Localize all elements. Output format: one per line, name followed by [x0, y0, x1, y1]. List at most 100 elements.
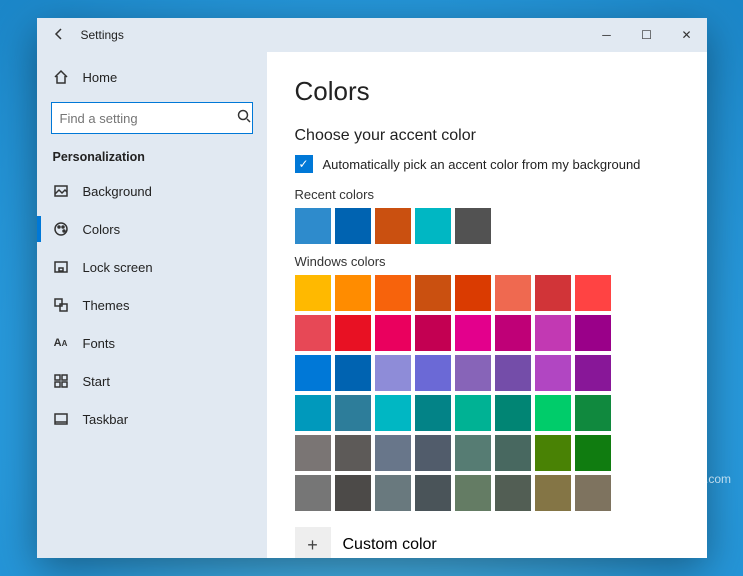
back-arrow-icon — [51, 26, 67, 42]
color-swatch[interactable] — [495, 475, 531, 511]
sidebar-item-label: Taskbar — [83, 412, 129, 427]
color-swatch[interactable] — [415, 435, 451, 471]
color-swatch[interactable] — [335, 275, 371, 311]
color-swatch[interactable] — [375, 435, 411, 471]
sidebar-item-themes[interactable]: Themes — [37, 286, 267, 324]
color-swatch[interactable] — [455, 208, 491, 244]
color-swatch[interactable] — [575, 435, 611, 471]
color-swatch[interactable] — [575, 475, 611, 511]
color-swatch[interactable] — [575, 275, 611, 311]
sidebar-item-lockscreen[interactable]: Lock screen — [37, 248, 267, 286]
content-pane: Colors Choose your accent color ✓ Automa… — [267, 52, 707, 558]
color-swatch[interactable] — [495, 275, 531, 311]
sidebar-section-title: Personalization — [37, 144, 267, 172]
close-button[interactable]: ✕ — [667, 18, 707, 52]
color-swatch[interactable] — [335, 435, 371, 471]
recent-colors-row — [295, 208, 679, 244]
titlebar: Settings ─ ☐ ✕ — [37, 18, 707, 52]
color-swatch[interactable] — [335, 208, 371, 244]
color-swatch[interactable] — [415, 355, 451, 391]
color-swatch[interactable] — [575, 355, 611, 391]
custom-color-row[interactable]: + Custom color — [295, 527, 679, 558]
sidebar: Home Personalization Background Colors L… — [37, 52, 267, 558]
color-swatch[interactable] — [295, 395, 331, 431]
windows-colors-label: Windows colors — [295, 254, 679, 269]
image-icon — [53, 183, 69, 199]
sidebar-item-background[interactable]: Background — [37, 172, 267, 210]
search-box[interactable] — [51, 102, 253, 134]
color-swatch[interactable] — [495, 395, 531, 431]
color-swatch[interactable] — [375, 208, 411, 244]
color-swatch[interactable] — [335, 355, 371, 391]
color-swatch[interactable] — [335, 475, 371, 511]
sidebar-item-taskbar[interactable]: Taskbar — [37, 400, 267, 438]
color-swatch[interactable] — [575, 395, 611, 431]
minimize-button[interactable]: ─ — [587, 18, 627, 52]
color-swatch[interactable] — [415, 475, 451, 511]
sidebar-item-label: Colors — [83, 222, 121, 237]
color-swatch[interactable] — [415, 315, 451, 351]
app-title: Settings — [81, 28, 124, 42]
color-swatch[interactable] — [335, 315, 371, 351]
color-swatch[interactable] — [375, 275, 411, 311]
color-swatch[interactable] — [535, 315, 571, 351]
color-swatch[interactable] — [575, 315, 611, 351]
color-swatch[interactable] — [295, 208, 331, 244]
sidebar-item-label: Home — [83, 70, 118, 85]
color-swatch[interactable] — [415, 208, 451, 244]
color-swatch[interactable] — [535, 355, 571, 391]
color-swatch[interactable] — [455, 275, 491, 311]
custom-color-label: Custom color — [343, 536, 437, 554]
sidebar-item-colors[interactable]: Colors — [37, 210, 267, 248]
maximize-button[interactable]: ☐ — [627, 18, 667, 52]
recent-colors-label: Recent colors — [295, 187, 679, 202]
home-icon — [53, 69, 69, 85]
color-swatch[interactable] — [295, 435, 331, 471]
color-swatch[interactable] — [375, 355, 411, 391]
section-heading: Choose your accent color — [295, 127, 679, 145]
sidebar-item-start[interactable]: Start — [37, 362, 267, 400]
start-icon — [53, 373, 69, 389]
search-icon — [236, 108, 252, 129]
color-swatch[interactable] — [535, 435, 571, 471]
search-input[interactable] — [60, 111, 236, 126]
color-swatch[interactable] — [295, 355, 331, 391]
auto-pick-checkbox-row[interactable]: ✓ Automatically pick an accent color fro… — [295, 155, 679, 173]
color-swatch[interactable] — [335, 395, 371, 431]
color-swatch[interactable] — [535, 395, 571, 431]
checkbox-label: Automatically pick an accent color from … — [323, 157, 641, 172]
color-swatch[interactable] — [495, 435, 531, 471]
sidebar-item-fonts[interactable]: AA Fonts — [37, 324, 267, 362]
color-swatch[interactable] — [295, 315, 331, 351]
color-swatch[interactable] — [375, 475, 411, 511]
sidebar-item-label: Start — [83, 374, 110, 389]
color-swatch[interactable] — [535, 475, 571, 511]
plus-icon: + — [295, 527, 331, 558]
sidebar-item-label: Themes — [83, 298, 130, 313]
palette-icon — [53, 221, 69, 237]
back-button[interactable] — [37, 26, 81, 45]
color-swatch[interactable] — [295, 275, 331, 311]
color-swatch[interactable] — [495, 355, 531, 391]
color-swatch[interactable] — [455, 315, 491, 351]
color-swatch[interactable] — [415, 395, 451, 431]
page-title: Colors — [295, 76, 679, 107]
color-swatch[interactable] — [375, 315, 411, 351]
sidebar-item-label: Lock screen — [83, 260, 153, 275]
windows-colors-grid — [295, 275, 679, 511]
color-swatch[interactable] — [455, 395, 491, 431]
color-swatch[interactable] — [415, 275, 451, 311]
watermark: wsxdn.com — [671, 472, 731, 486]
sidebar-item-home[interactable]: Home — [37, 58, 267, 96]
color-swatch[interactable] — [375, 395, 411, 431]
themes-icon — [53, 297, 69, 313]
sidebar-item-label: Background — [83, 184, 152, 199]
color-swatch[interactable] — [455, 475, 491, 511]
color-swatch[interactable] — [495, 315, 531, 351]
color-swatch[interactable] — [455, 355, 491, 391]
color-swatch[interactable] — [455, 435, 491, 471]
sidebar-item-label: Fonts — [83, 336, 116, 351]
fonts-icon: AA — [53, 335, 69, 351]
color-swatch[interactable] — [535, 275, 571, 311]
color-swatch[interactable] — [295, 475, 331, 511]
